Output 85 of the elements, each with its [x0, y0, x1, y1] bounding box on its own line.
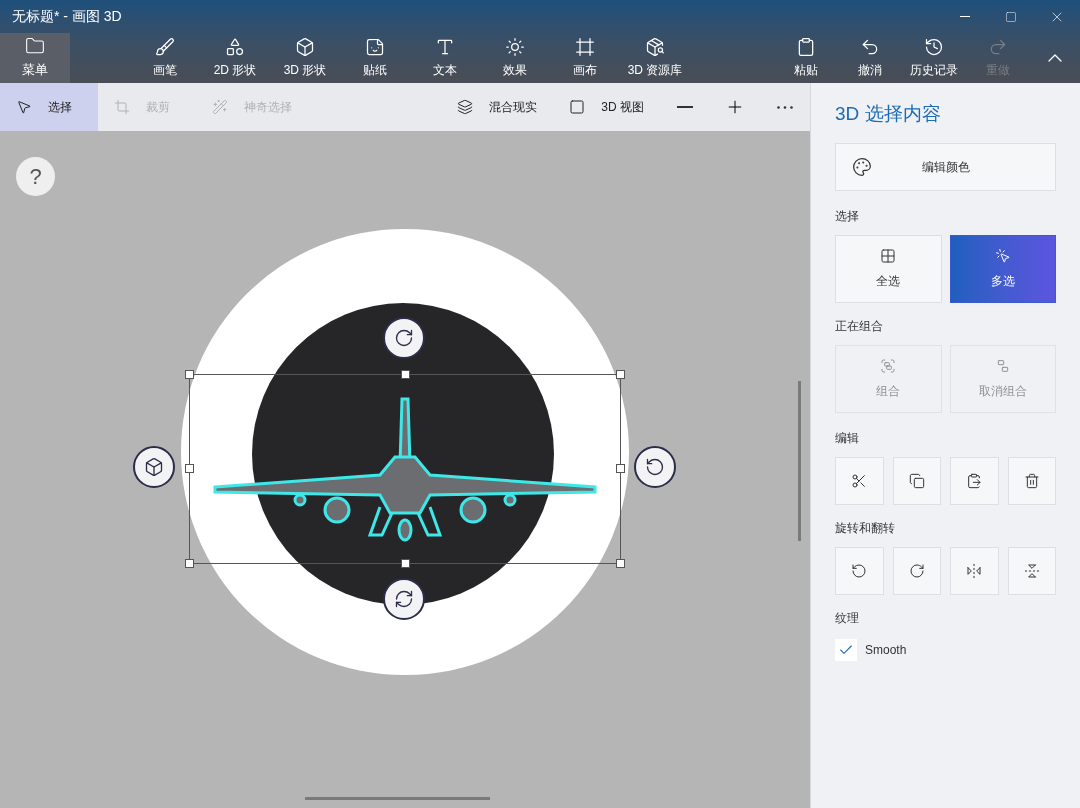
group-icon	[880, 357, 897, 374]
redo-icon	[988, 37, 1008, 57]
view-button[interactable]: 3D 视图	[553, 83, 660, 131]
resize-handle[interactable]	[616, 464, 625, 473]
resize-handle[interactable]	[401, 370, 410, 379]
toolbar-tab[interactable]: 3D 资源库	[620, 33, 690, 83]
resize-handle[interactable]	[616, 559, 625, 568]
palette-icon	[852, 156, 872, 177]
frame-icon	[575, 37, 595, 57]
rotate-right-button[interactable]	[892, 546, 941, 595]
checkbox-label: Smooth	[865, 641, 907, 659]
clipboard-icon	[796, 37, 816, 57]
minimize-icon	[960, 16, 970, 17]
rotate-icon	[645, 457, 665, 477]
wand-icon	[212, 99, 228, 115]
maximize-icon	[1005, 10, 1017, 23]
toolbar-button[interactable]: 撤消	[838, 33, 902, 83]
delete-button[interactable]	[1007, 456, 1056, 505]
select-mode-button[interactable]: 全选	[835, 234, 942, 303]
flip-vertical-button[interactable]	[1007, 546, 1056, 595]
smooth-checkbox[interactable]	[835, 638, 857, 661]
sun-icon	[505, 37, 525, 57]
section-heading: 正在组合	[835, 317, 884, 335]
toolbar-button[interactable]: 历史记录	[902, 33, 966, 83]
toolbar-tab[interactable]: 文本	[410, 33, 480, 83]
text-icon	[435, 37, 455, 57]
move-depth-handle[interactable]	[133, 446, 175, 488]
panel-title: 3D 选择内容	[835, 102, 942, 126]
tool-button[interactable]: 选择	[0, 83, 98, 131]
toolbar-tab[interactable]: 3D 形状	[270, 33, 340, 83]
flip-horizontal-icon	[966, 562, 983, 579]
section-heading: 纹理	[835, 609, 860, 627]
horizontal-scrollbar[interactable]	[305, 797, 490, 800]
multi-select-icon	[994, 247, 1011, 264]
resize-handle[interactable]	[185, 559, 194, 568]
section-heading: 选择	[835, 207, 860, 225]
paste-button[interactable]	[950, 456, 999, 505]
scissors-icon	[851, 472, 868, 489]
toolbar-tab[interactable]: 效果	[480, 33, 550, 83]
minus-icon	[677, 106, 693, 108]
select-mode-button[interactable]: 多选	[949, 234, 1056, 303]
rotate-side-handle[interactable]	[634, 446, 676, 488]
pointer-icon	[16, 99, 32, 115]
rotate-right-icon	[908, 562, 925, 579]
vertical-scrollbar[interactable]	[798, 381, 801, 541]
shapes-icon	[225, 37, 245, 57]
rotate-icon	[394, 589, 414, 609]
brush-icon	[155, 37, 175, 57]
section-heading: 旋转和翻转	[835, 519, 896, 537]
window-title: 无标题* - 画图 3D	[11, 7, 122, 26]
cube-icon	[295, 37, 315, 57]
cube-icon	[144, 457, 164, 477]
flip-vertical-icon	[1023, 562, 1040, 579]
resize-handle[interactable]	[185, 464, 194, 473]
help-button[interactable]: ?	[16, 157, 55, 196]
resize-handle[interactable]	[401, 559, 410, 568]
toolbar-tab[interactable]: 贴纸	[340, 33, 410, 83]
toolbar-tab[interactable]: 画布	[550, 33, 620, 83]
cut-button[interactable]	[835, 456, 884, 505]
history-icon	[924, 37, 944, 57]
rotate-left-icon	[851, 562, 868, 579]
resize-handle[interactable]	[616, 370, 625, 379]
paste-icon	[966, 472, 983, 489]
toolbar-tab[interactable]: 画笔	[130, 33, 200, 83]
more-icon	[777, 105, 793, 109]
sticker-icon	[365, 37, 385, 57]
flip-horizontal-button[interactable]	[950, 546, 999, 595]
edit-color-button[interactable]: 编辑颜色	[835, 142, 1056, 191]
layers-icon	[457, 99, 474, 115]
crop-icon	[114, 99, 130, 115]
view-button[interactable]: 混合现实	[441, 83, 554, 131]
rotate-left-button[interactable]	[835, 546, 884, 595]
rotate-icon	[394, 328, 414, 348]
copy-button[interactable]	[892, 456, 941, 505]
resize-handle[interactable]	[185, 370, 194, 379]
select-all-icon	[880, 247, 897, 264]
cube-search-icon	[645, 37, 665, 57]
copy-icon	[908, 472, 925, 489]
view-icon	[569, 99, 586, 115]
trash-icon	[1023, 472, 1040, 489]
toolbar-tab[interactable]: 2D 形状	[200, 33, 270, 83]
menu-button[interactable]: 菜单	[0, 33, 70, 83]
toolbar-button[interactable]: 粘贴	[774, 33, 838, 83]
undo-icon	[860, 37, 880, 57]
section-heading: 编辑	[835, 429, 860, 447]
